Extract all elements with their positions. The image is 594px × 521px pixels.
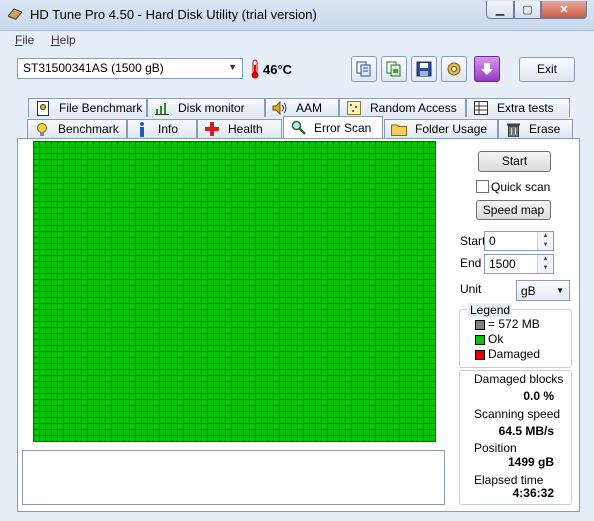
menu-file[interactable]: File: [15, 33, 34, 47]
close-icon: ✕: [559, 4, 569, 16]
quick-scan-checkbox[interactable]: [476, 180, 489, 193]
damaged-blocks-value: 0.0 %: [523, 389, 554, 403]
damaged-swatch: [475, 350, 485, 360]
elapsed-time-label: Elapsed time: [474, 473, 544, 487]
chevron-down-icon: ▼: [556, 286, 564, 295]
drive-select-value: ST31500341AS (1500 gB): [23, 61, 164, 75]
speaker-icon: [272, 100, 288, 116]
thermometer-icon: [251, 59, 259, 79]
spin-arrows-icon[interactable]: ▲ ▼: [537, 232, 553, 250]
tab-error-scan[interactable]: Error Scan: [283, 116, 383, 138]
elapsed-time-value: 4:36:32: [512, 486, 554, 500]
position-label: Position: [474, 441, 517, 455]
block-swatch: [475, 320, 485, 330]
maximize-icon: ▢: [522, 4, 533, 16]
drive-select[interactable]: ST31500341AS (1500 gB) ▼: [17, 58, 243, 79]
tab-label: Folder Usage: [415, 122, 488, 136]
tab-label: AAM: [296, 101, 323, 115]
magnifier-icon: [290, 120, 306, 136]
copy-text-button[interactable]: [351, 56, 377, 82]
hd-tune-app-icon: [8, 8, 22, 20]
menu-bar: File Help: [0, 31, 594, 51]
save-icon: [416, 61, 432, 77]
quick-scan-label: Quick scan: [491, 180, 551, 194]
options-icon: [447, 62, 461, 76]
end-position-value: 1500: [489, 257, 516, 271]
start-scan-button[interactable]: Start: [478, 151, 551, 172]
scanning-speed-value: 64.5 MB/s: [498, 424, 554, 438]
legend-ok: Ok: [488, 332, 504, 346]
file-icon: [35, 100, 51, 116]
download-button[interactable]: [474, 56, 500, 82]
grid-icon: [346, 100, 362, 116]
bulb-icon: [34, 121, 50, 137]
options-button[interactable]: [441, 56, 467, 82]
tab-label: Health: [228, 122, 263, 136]
tab-aam[interactable]: AAM: [265, 98, 339, 117]
start-position-input[interactable]: 0 ▲ ▼: [484, 231, 554, 251]
table-icon: [473, 100, 489, 116]
start-field-label: Start: [460, 234, 486, 248]
tab-label: Erase: [529, 122, 561, 136]
position-value: 1499 gB: [507, 455, 554, 469]
tab-benchmark[interactable]: Benchmark: [27, 119, 127, 138]
unit-label: Unit: [460, 282, 482, 296]
ok-swatch: [475, 335, 485, 345]
speed-map-button[interactable]: Speed map: [476, 200, 551, 220]
spin-arrows-icon[interactable]: ▲ ▼: [537, 255, 553, 273]
scanning-speed-label: Scanning speed: [474, 407, 561, 421]
exit-button[interactable]: Exit: [519, 57, 575, 82]
tab-label: Info: [158, 122, 179, 136]
unit-select[interactable]: gB ▼: [516, 280, 570, 301]
tab-erase[interactable]: Erase: [498, 119, 573, 138]
copy-icon: [356, 61, 371, 77]
tab-random-access[interactable]: Random Access: [339, 98, 466, 117]
tab-label: Extra tests: [497, 101, 554, 115]
temperature-readout: 46°C: [263, 62, 293, 77]
legend-title: Legend: [468, 303, 513, 317]
copy-screenshot-icon: [386, 61, 401, 77]
tab-extra-tests[interactable]: Extra tests: [466, 98, 570, 117]
chevron-down-icon: ▼: [228, 62, 237, 72]
tab-file-benchmark[interactable]: File Benchmark: [28, 98, 147, 117]
title-bar: HD Tune Pro 4.50 - Hard Disk Utility (tr…: [0, 0, 594, 31]
tab-health[interactable]: Health: [197, 119, 282, 138]
minimize-button[interactable]: ▁: [486, 1, 514, 19]
scan-block-grid: [33, 141, 436, 442]
arrow-down-icon: [481, 63, 493, 75]
chart-icon: [154, 100, 170, 116]
tab-label: Disk monitor: [178, 101, 245, 115]
menu-help[interactable]: Help: [51, 33, 76, 47]
info-icon: [134, 121, 150, 137]
health-icon: [204, 121, 220, 137]
unit-select-value: gB: [521, 284, 536, 298]
tab-label: Error Scan: [314, 120, 372, 135]
minimize-icon: ▁: [495, 4, 505, 16]
tab-folder-usage[interactable]: Folder Usage: [384, 119, 498, 138]
trash-icon: [505, 121, 521, 137]
maximize-button[interactable]: ▢: [514, 1, 541, 19]
damaged-blocks-label: Damaged blocks: [474, 372, 564, 386]
start-position-value: 0: [489, 234, 496, 248]
tab-disk-monitor[interactable]: Disk monitor: [147, 98, 265, 117]
end-field-label: End: [460, 256, 482, 270]
window-title: HD Tune Pro 4.50 - Hard Disk Utility (tr…: [30, 7, 317, 22]
end-position-input[interactable]: 1500 ▲ ▼: [484, 254, 554, 274]
scan-log-box: [22, 450, 445, 505]
save-button[interactable]: [411, 56, 437, 82]
tab-label: Random Access: [370, 101, 457, 115]
tab-label: Benchmark: [58, 122, 119, 136]
folder-icon: [391, 121, 407, 137]
close-button[interactable]: ✕: [541, 1, 587, 19]
tab-label: File Benchmark: [59, 101, 143, 115]
legend-damaged: Damaged: [488, 347, 541, 361]
tab-info[interactable]: Info: [127, 119, 197, 138]
copy-screenshot-button[interactable]: [381, 56, 407, 82]
legend-block-size: = 572 MB: [488, 317, 540, 331]
